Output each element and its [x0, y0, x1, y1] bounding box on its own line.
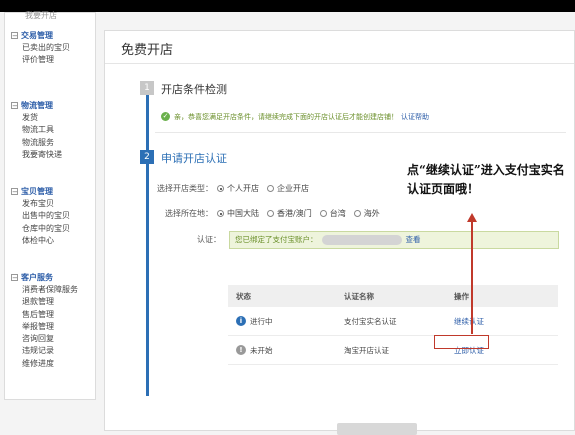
table-row: ! 未开始 淘宝开店认证 立即认证 — [228, 336, 558, 365]
sidebar-item-reviews[interactable]: 评价管理 — [11, 54, 70, 66]
shop-type-label: 选择开店类型： — [157, 184, 213, 193]
step-1-title: 开店条件检测 — [161, 83, 227, 96]
sidebar-item-cut[interactable]: 我要开店 — [25, 10, 57, 22]
sidebar-item-violations[interactable]: 违规记录 — [11, 345, 78, 357]
view-link[interactable]: 查看 — [406, 235, 421, 244]
redacted-account — [321, 235, 402, 245]
top-black-bar — [0, 0, 575, 12]
radio-icon[interactable] — [267, 210, 274, 217]
sidebar-item-publish[interactable]: 发布宝贝 — [11, 198, 70, 210]
shop-type-enterprise[interactable]: 企业开店 — [267, 183, 309, 194]
sidebar-item-checkup[interactable]: 体检中心 — [11, 235, 70, 247]
sidebar-item-logistics-service[interactable]: 物流服务 — [11, 137, 62, 149]
radio-icon[interactable] — [267, 185, 274, 192]
name-cell: 支付宝实名认证 — [344, 316, 397, 326]
info-icon: i — [236, 316, 246, 326]
collapse-icon[interactable]: − — [11, 188, 18, 196]
shop-type-personal[interactable]: 个人开店 — [217, 183, 259, 194]
collapse-icon[interactable]: − — [11, 274, 18, 282]
annotation-text: 点“继续认证”进入支付宝实名认证页面哦！ — [407, 163, 565, 196]
sidebar-item-express[interactable]: 我要寄快递 — [11, 149, 62, 161]
sidebar-item-refund[interactable]: 退款管理 — [11, 296, 78, 308]
sidebar-item-ship[interactable]: 发货 — [11, 112, 62, 124]
bottom-button[interactable] — [337, 423, 417, 435]
page-title: 免费开店 — [121, 43, 174, 58]
sidebar-item-on-sale[interactable]: 出售中的宝贝 — [11, 210, 70, 222]
main-panel: 免费开店 1 开店条件检测 ✓ 亲，恭喜您满足开店条件，请继续完成下面的开店认证… — [104, 30, 575, 435]
auth-help-link[interactable]: 认证帮助 — [401, 113, 429, 121]
sidebar-section-logistics: − 物流管理 发货 物流工具 物流服务 我要寄快递 — [11, 99, 62, 161]
sidebar-item-after-sale[interactable]: 售后管理 — [11, 309, 78, 321]
arrow-head-icon — [467, 213, 477, 222]
collapse-icon[interactable]: − — [11, 32, 18, 40]
location-radio-group: 中国大陆 香港/澳门 台湾 海外 — [217, 208, 388, 219]
location-mainland[interactable]: 中国大陆 — [217, 208, 259, 219]
location-label: 选择所在地： — [165, 209, 213, 218]
status-cell: i 进行中 — [228, 316, 344, 327]
sidebar-item-warehouse[interactable]: 仓库中的宝贝 — [11, 223, 70, 235]
sidebar-section-trade: − 交易管理 已卖出的宝贝 评价管理 — [11, 29, 70, 67]
sidebar-section-header[interactable]: − 客户服务 — [11, 271, 78, 284]
location-overseas[interactable]: 海外 — [353, 208, 380, 219]
sidebar-item-guarantee[interactable]: 消费者保障服务 — [11, 284, 78, 296]
annotation-arrow — [471, 221, 473, 334]
auth-table: 状态 认证名称 操作 i 进行中 支付宝实名认证 继续认证 ! 未开始 淘宝开店认证… — [228, 285, 558, 365]
sidebar-section-service: − 客户服务 消费者保障服务 退款管理 售后管理 举报管理 咨询回复 违规记录 … — [11, 271, 78, 370]
header-action: 操作 — [454, 291, 469, 301]
location-hk-macau[interactable]: 香港/澳门 — [267, 208, 312, 219]
sidebar-section-header[interactable]: − 交易管理 — [11, 29, 70, 42]
divider — [155, 132, 566, 133]
sidebar: 我要开店 − 交易管理 已卖出的宝贝 评价管理 − 物流管理 发货 物流工具 物… — [4, 10, 96, 400]
sidebar-item-sold[interactable]: 已卖出的宝贝 — [11, 42, 70, 54]
radio-icon[interactable] — [353, 210, 361, 217]
sidebar-item-repair[interactable]: 维修进度 — [11, 358, 78, 370]
sidebar-section-header[interactable]: − 宝贝管理 — [11, 185, 70, 198]
radio-icon[interactable] — [319, 210, 327, 217]
shop-type-radio-group: 个人开店 企业开店 — [217, 183, 317, 194]
sidebar-item-report[interactable]: 举报管理 — [11, 321, 78, 333]
divider — [105, 63, 574, 64]
location-taiwan[interactable]: 台湾 — [319, 208, 346, 219]
step-2-title: 申请开店认证 — [161, 152, 227, 165]
table-row: i 进行中 支付宝实名认证 继续认证 — [228, 307, 558, 336]
pending-icon: ! — [236, 345, 246, 355]
continue-auth-link[interactable]: 继续认证 — [454, 317, 484, 326]
action-cell: 继续认证 — [454, 316, 558, 327]
highlight-box — [434, 335, 489, 349]
radio-selected-icon[interactable] — [217, 185, 224, 192]
table-header: 状态 认证名称 操作 — [228, 285, 558, 307]
alipay-bound-notice: 您已绑定了支付宝账户： 查看 — [229, 231, 559, 249]
header-name: 认证名称 — [344, 291, 374, 301]
step-2-badge: 2 — [140, 150, 154, 164]
radio-selected-icon[interactable] — [217, 210, 224, 217]
step-1-badge: 1 — [140, 81, 154, 95]
status-cell: ! 未开始 — [228, 345, 344, 356]
step-timeline — [146, 84, 149, 396]
sidebar-section-goods: − 宝贝管理 发布宝贝 出售中的宝贝 仓库中的宝贝 体检中心 — [11, 185, 70, 247]
check-icon: ✓ — [161, 112, 170, 121]
sidebar-item-consult[interactable]: 咨询回复 — [11, 333, 78, 345]
sidebar-item-logistics-tools[interactable]: 物流工具 — [11, 124, 62, 136]
collapse-icon[interactable]: − — [11, 102, 18, 110]
sidebar-section-header[interactable]: − 物流管理 — [11, 99, 62, 112]
auth-label: 认证： — [197, 235, 221, 244]
header-status: 状态 — [236, 291, 251, 301]
eligibility-message: 亲，恭喜您满足开店条件，请继续完成下面的开店认证后才能创建店铺！ 认证帮助 — [174, 113, 429, 121]
